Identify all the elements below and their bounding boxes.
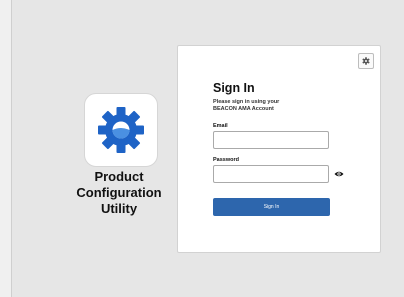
password-field[interactable]	[213, 165, 329, 183]
signin-subtitle: Please sign in using your BEACON AMA Acc…	[213, 99, 343, 113]
signin-title: Sign In	[213, 81, 255, 95]
email-label: Email	[213, 123, 228, 129]
password-label: Password	[213, 157, 239, 163]
signin-subtitle-line-1: Please sign in using your	[213, 99, 280, 105]
app-logo	[84, 93, 158, 167]
settings-button[interactable]	[358, 53, 374, 69]
signin-card: Sign In Please sign in using your BEACON…	[177, 45, 381, 253]
email-field[interactable]	[213, 131, 329, 149]
signin-subtitle-line-2: BEACON AMA Account	[213, 106, 274, 112]
gear-icon	[362, 57, 370, 65]
gear-icon	[98, 107, 144, 153]
app-name-line-3: Utility	[100, 201, 138, 216]
app-name-line-1: Product	[94, 169, 144, 184]
signin-button[interactable]: Sign In	[213, 198, 330, 216]
app-name: Product Configuration Utility	[63, 169, 175, 217]
app-name-line-2: Configuration	[76, 185, 162, 200]
eye-icon[interactable]	[334, 170, 344, 178]
app-window: Product Configuration Utility Sign In Pl…	[11, 0, 404, 297]
